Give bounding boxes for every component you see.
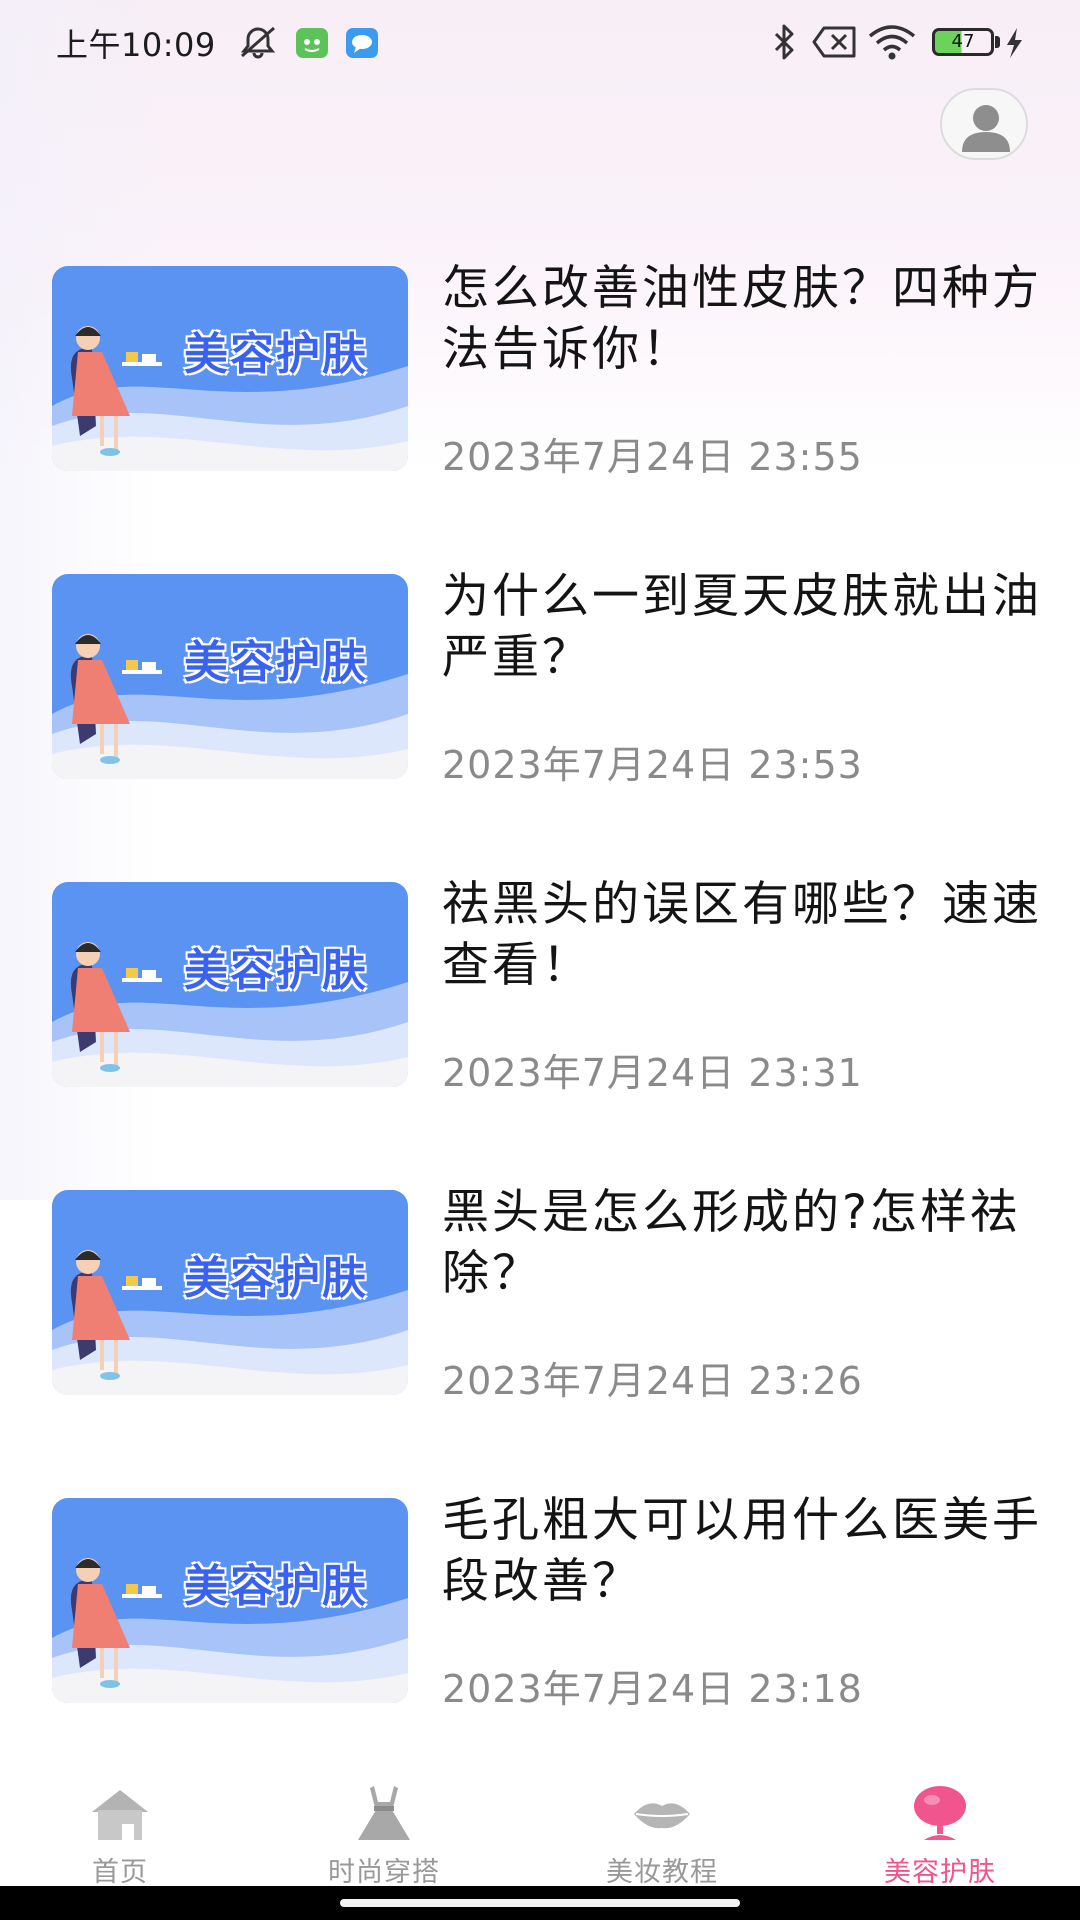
article-item[interactable]: 美容护肤 为什么一到夏天皮肤就出油严重？ 2023年7月24日 23:53 <box>52 569 1039 787</box>
article-title: 黑头是怎么形成的?怎样祛除？ <box>442 1185 1020 1301</box>
nav-label-home: 首页 <box>92 1857 148 1888</box>
nav-label-skincare: 美容护肤 <box>884 1857 996 1888</box>
nav-item-makeup[interactable]: 美妆教程 <box>562 1768 762 1888</box>
thumbnail-caption: 美容护肤 <box>184 637 368 688</box>
mirror-icon <box>914 1786 966 1840</box>
battery-cap <box>995 36 1000 48</box>
nav-label-makeup: 美妆教程 <box>606 1857 718 1888</box>
status-bar: 上午10:09 47 <box>0 0 1080 84</box>
nav-label-fashion: 时尚穿搭 <box>328 1857 440 1888</box>
user-avatar-button[interactable] <box>940 88 1028 160</box>
article-thumbnail: 美容护肤 <box>52 1498 408 1703</box>
thumbnail-caption: 美容护肤 <box>184 329 368 380</box>
article-thumbnail: 美容护肤 <box>52 266 408 471</box>
thumbnail-caption: 美容护肤 <box>184 1253 368 1304</box>
article-title: 怎么改善油性皮肤？四种方法告诉你！ <box>442 261 1042 377</box>
charging-icon <box>1007 28 1022 58</box>
article-item[interactable]: 美容护肤 毛孔粗大可以用什么医美手段改善？ 2023年7月24日 23:18 <box>52 1493 1039 1711</box>
nav-item-home[interactable]: 首页 <box>20 1768 220 1888</box>
lips-icon <box>634 1803 690 1829</box>
thumbnail-caption: 美容护肤 <box>184 945 368 996</box>
article-title: 为什么一到夏天皮肤就出油严重？ <box>442 569 1042 685</box>
article-thumbnail: 美容护肤 <box>52 882 408 1087</box>
bluetooth-icon <box>774 24 794 60</box>
article-item[interactable]: 美容护肤 祛黑头的误区有哪些？速速查看！ 2023年7月24日 23:31 <box>52 877 1039 1095</box>
article-date: 2023年7月24日 23:53 <box>442 743 863 787</box>
article-title: 毛孔粗大可以用什么医美手段改善？ <box>442 1493 1042 1609</box>
status-time: 上午10:09 <box>56 26 216 64</box>
article-date: 2023年7月24日 23:18 <box>442 1667 863 1711</box>
article-date: 2023年7月24日 23:55 <box>442 435 863 479</box>
thumbnail-caption: 美容护肤 <box>184 1561 368 1612</box>
user-avatar-icon <box>962 105 1010 152</box>
battery-icon: 47 <box>932 28 994 56</box>
article-date: 2023年7月24日 23:26 <box>442 1359 863 1403</box>
article-item[interactable]: 美容护肤 黑头是怎么形成的?怎样祛除？ 2023年7月24日 23:26 <box>52 1185 1032 1403</box>
article-date: 2023年7月24日 23:31 <box>442 1051 863 1095</box>
app-notification-icon <box>296 28 328 58</box>
sim-error-icon <box>812 26 856 58</box>
article-item[interactable]: 美容护肤 怎么改善油性皮肤？四种方法告诉你！ 2023年7月24日 23:55 <box>52 261 1039 479</box>
article-thumbnail: 美容护肤 <box>52 1190 408 1395</box>
article-title: 祛黑头的误区有哪些？速速查看！ <box>442 877 1042 993</box>
bottom-nav: 首页 时尚穿搭 美妆教程 美容护肤 <box>0 1768 1080 1888</box>
wifi-icon <box>868 25 916 60</box>
nav-item-fashion[interactable]: 时尚穿搭 <box>284 1768 484 1888</box>
home-gesture-bar[interactable] <box>340 1899 740 1907</box>
mute-icon <box>240 26 276 59</box>
article-thumbnail: 美容护肤 <box>52 574 408 779</box>
message-notification-icon <box>346 28 378 58</box>
home-icon <box>92 1790 148 1840</box>
nav-item-skincare[interactable]: 美容护肤 <box>840 1768 1040 1888</box>
dress-icon <box>358 1786 410 1840</box>
